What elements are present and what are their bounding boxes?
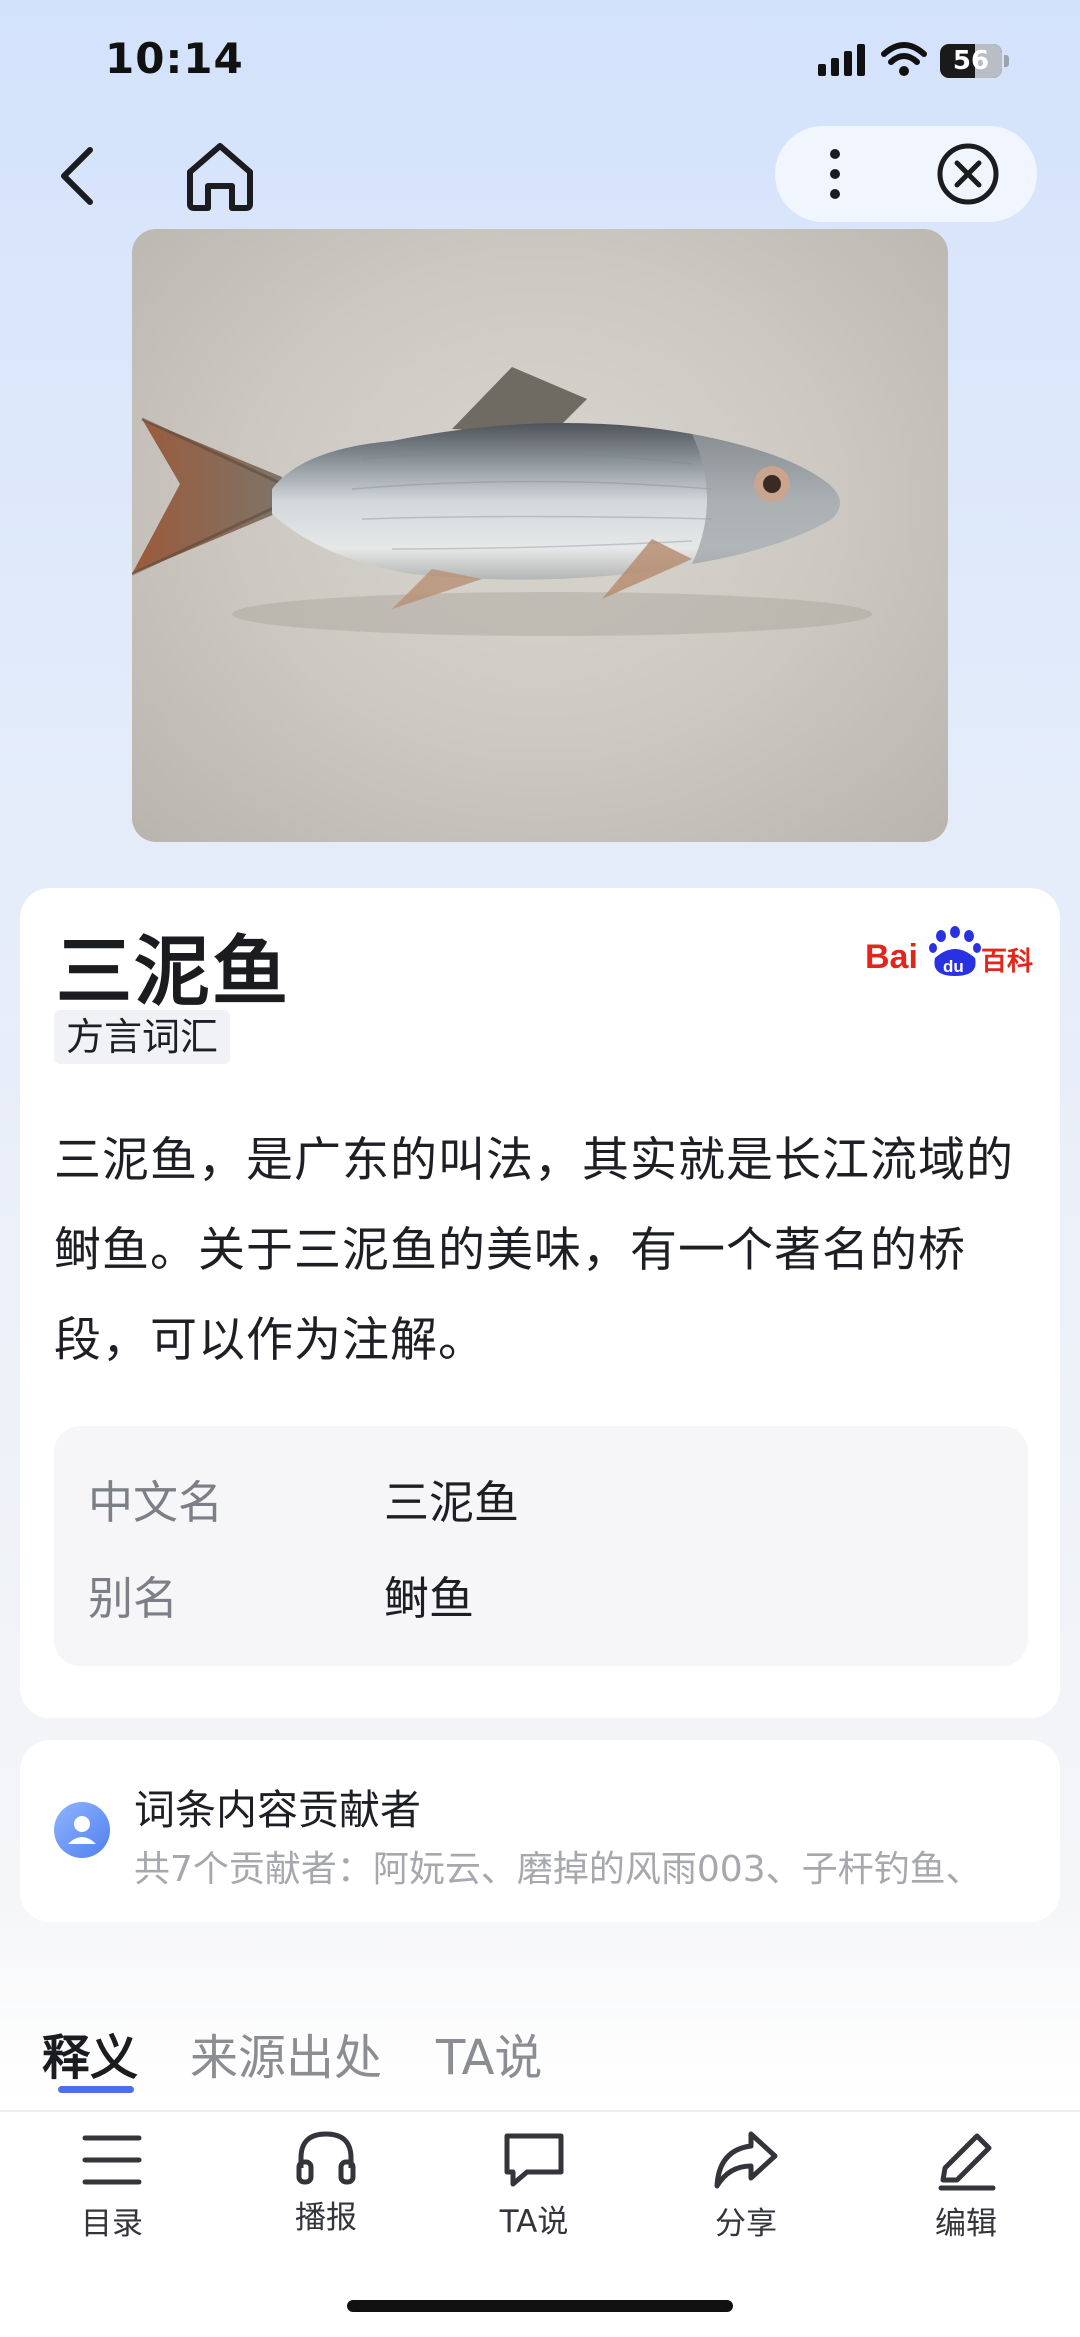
- svg-text:du: du: [943, 957, 964, 976]
- toolbar-broadcast-button[interactable]: 播报: [256, 2128, 396, 2237]
- entry-title: 三泥鱼: [56, 927, 290, 1016]
- toolbar-share-button[interactable]: 分享: [676, 2128, 816, 2243]
- entry-card: 三泥鱼 Bai du 百科 方言词汇 三泥鱼，是广东的叫法，其实就是长江流域的鲥…: [20, 888, 1060, 1718]
- toolbar-label: 目录: [81, 2206, 143, 2242]
- status-time: 10:14: [105, 34, 244, 83]
- active-tab-indicator: [58, 2086, 134, 2093]
- svg-text:百科: 百科: [981, 947, 1033, 977]
- home-icon[interactable]: [180, 138, 260, 214]
- toolbar-label: TA说: [499, 2204, 569, 2240]
- info-row: 中文名 三泥鱼: [88, 1466, 988, 1529]
- headphones-icon: [296, 2131, 356, 2185]
- toolbar-label: 编辑: [935, 2206, 997, 2242]
- contributors-card[interactable]: 词条内容贡献者 共7个贡献者：阿妧云、磨掉的风雨003、子杆钓鱼、: [20, 1740, 1060, 1922]
- info-value: 三泥鱼: [384, 1476, 520, 1529]
- signal-icon: [818, 44, 865, 76]
- toolbar-ta-says-button[interactable]: TA说: [464, 2128, 604, 2241]
- battery-level: 56: [952, 46, 990, 76]
- tab-ta-says[interactable]: TA说: [436, 2018, 542, 2088]
- wifi-icon: [881, 42, 927, 76]
- chat-bubble-icon: [504, 2133, 564, 2187]
- info-value: 鲥鱼: [384, 1572, 475, 1625]
- toolbar-label: 分享: [715, 2206, 777, 2242]
- mini-program-capsule: [775, 126, 1037, 222]
- share-arrow-icon: [714, 2131, 778, 2189]
- more-vertical-icon[interactable]: [805, 144, 865, 204]
- tab-source[interactable]: 来源出处: [190, 2018, 382, 2088]
- back-arrow-icon[interactable]: [50, 140, 110, 212]
- fish-photo[interactable]: [132, 229, 948, 842]
- basic-info-box: 中文名 三泥鱼 别名 鲥鱼: [54, 1426, 1028, 1666]
- info-key: 别名: [88, 1572, 179, 1625]
- fish-illustration: [132, 367, 872, 636]
- toolbar-contents-button[interactable]: 目录: [42, 2128, 182, 2243]
- toolbar-edit-button[interactable]: 编辑: [896, 2128, 1036, 2243]
- toolbar-label: 播报: [295, 2200, 357, 2236]
- list-icon: [82, 2135, 142, 2185]
- content-tabs: 释义 来源出处 TA说: [0, 2010, 1080, 2110]
- close-circle-icon[interactable]: [935, 141, 1001, 207]
- home-indicator: [347, 2300, 733, 2312]
- category-tag[interactable]: 方言词汇: [54, 1010, 231, 1064]
- info-row: 别名 鲥鱼: [88, 1562, 988, 1625]
- entry-summary: 三泥鱼，是广东的叫法，其实就是长江流域的鲥鱼。关于三泥鱼的美味，有一个著名的桥段…: [54, 1133, 1014, 1368]
- contributors-list: 共7个贡献者：阿妧云、磨掉的风雨003、子杆钓鱼、: [134, 1849, 982, 1890]
- battery-icon: 56: [940, 44, 1010, 78]
- tab-definition[interactable]: 释义: [42, 2018, 138, 2088]
- contributors-title: 词条内容贡献者: [134, 1786, 421, 1834]
- svg-text:Bai: Bai: [865, 938, 918, 976]
- status-bar: 10:14 56: [0, 0, 1080, 120]
- info-key: 中文名: [88, 1476, 224, 1529]
- baidu-baike-logo[interactable]: Bai du 百科: [865, 924, 1035, 984]
- contributor-avatar-icon: [54, 1802, 110, 1858]
- pencil-icon: [938, 2133, 996, 2191]
